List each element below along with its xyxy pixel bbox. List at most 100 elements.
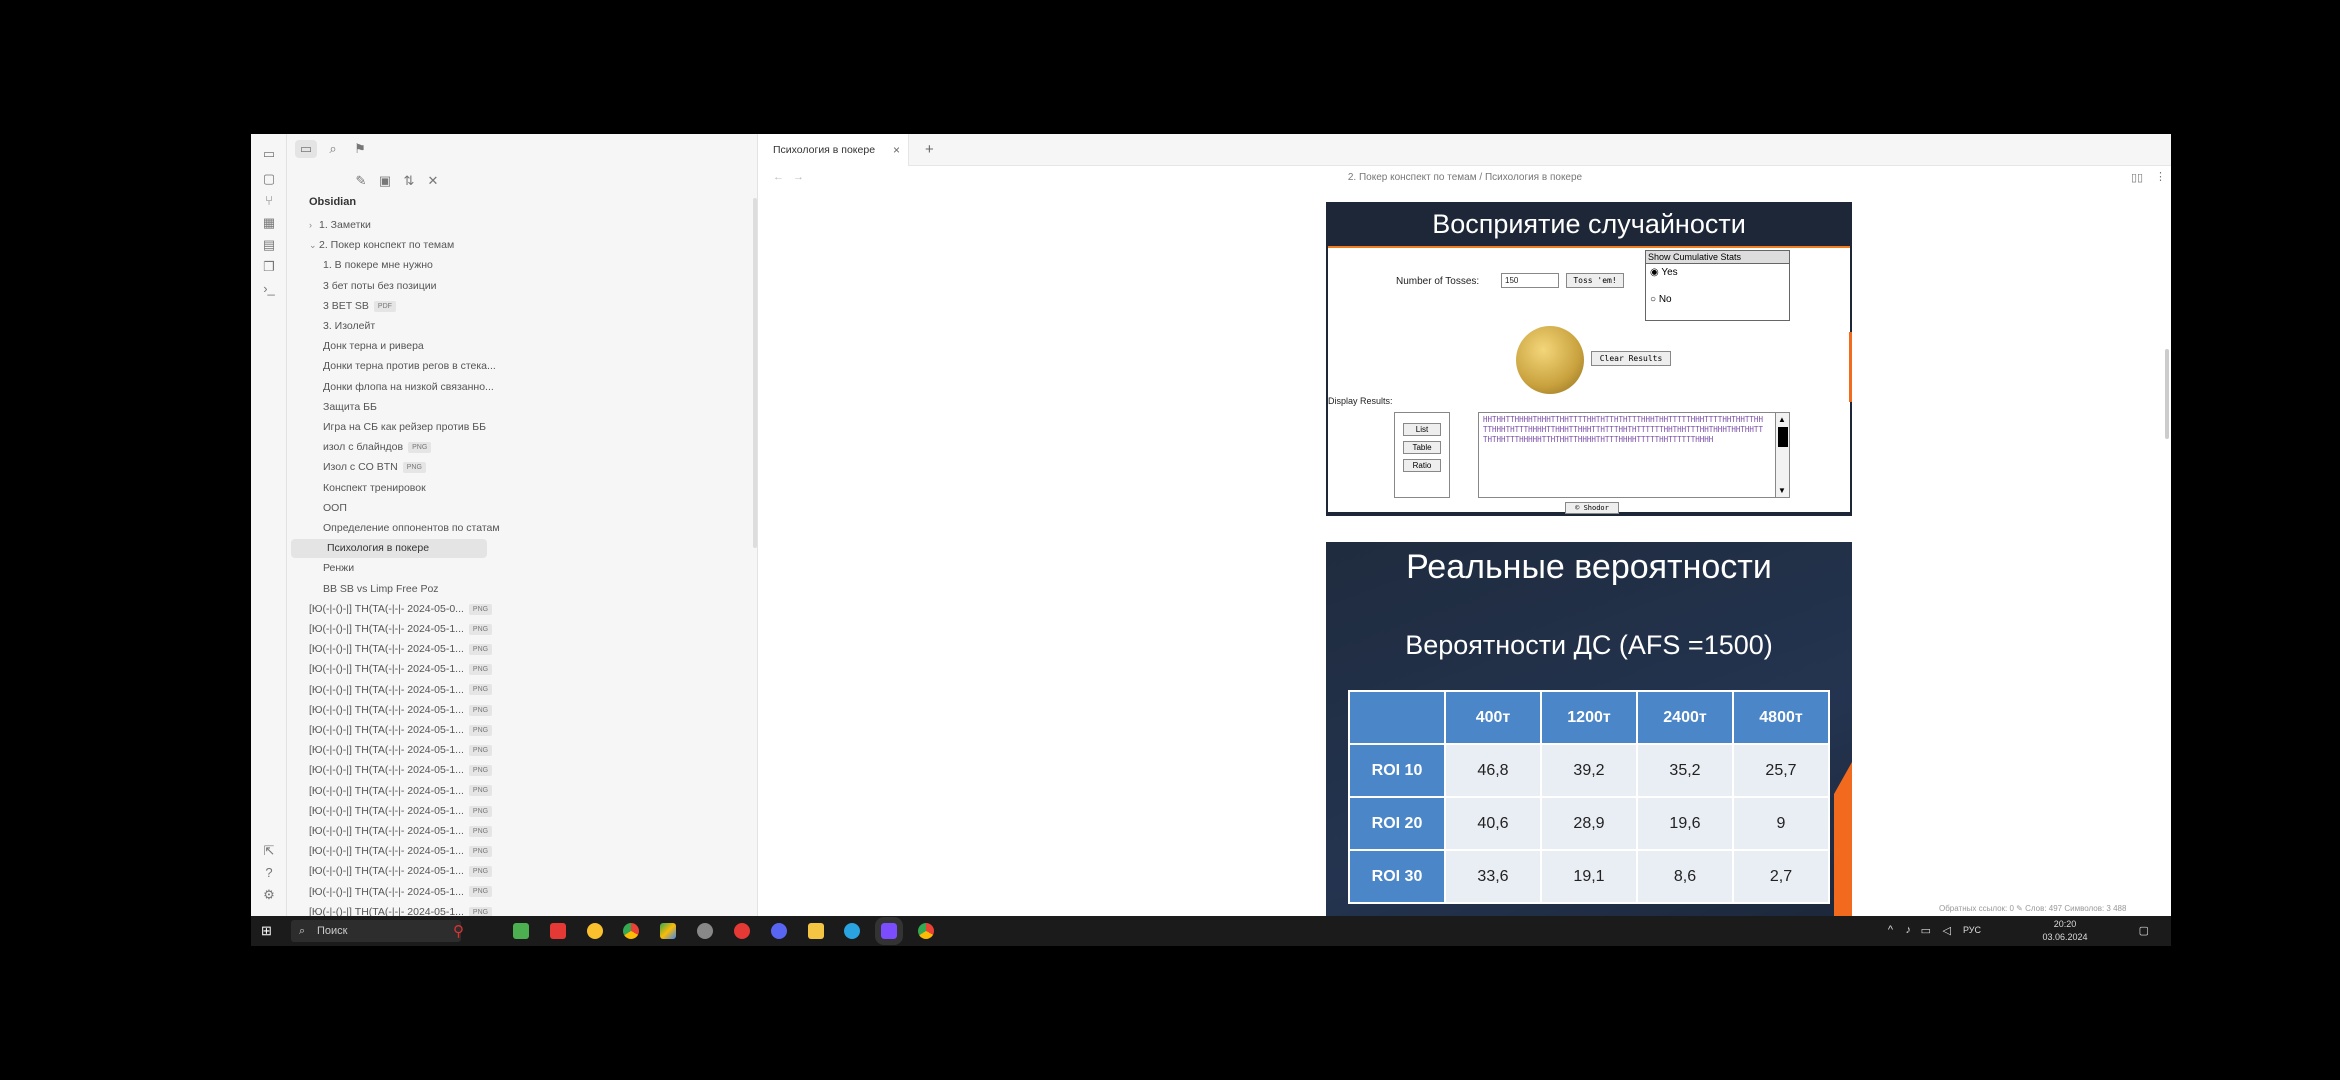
tree-item[interactable]: [Ю(-|-()-|] TH(TA(-|-|- 2024-05-1... PNG: [309, 842, 499, 861]
chevron-down-icon[interactable]: ⌄: [309, 236, 319, 255]
tree-item[interactable]: [Ю(-|-()-|] TH(TA(-|-|- 2024-05-1... PNG: [309, 822, 499, 841]
tree-item[interactable]: Изол с CO BTN PNG: [323, 458, 499, 477]
tree-item[interactable]: изол с блайндов PNG: [323, 438, 499, 457]
tree-item[interactable]: [Ю(-|-()-|] TH(TA(-|-|- 2024-05-1... PNG: [309, 620, 499, 639]
ratio-button[interactable]: Ratio: [1403, 459, 1441, 472]
pdf-reader-icon[interactable]: [550, 923, 566, 939]
tree-item[interactable]: › 1. Заметки: [309, 216, 499, 235]
tree-item[interactable]: Игра на СБ как рейзер против ББ: [323, 418, 499, 437]
breadcrumb[interactable]: 2. Покер конспект по темам / Психология …: [759, 172, 2171, 183]
results-scrollbar[interactable]: ▲ ▼: [1775, 413, 1789, 497]
vault-icon[interactable]: ⇱: [260, 842, 278, 860]
obsidian-window: ▭ ▢ ⑂ ▦ ▤ ❐ ›_ ⇱ ? ⚙ ▭ ⌕ ⚑ ✎ ▣ ⇅ ✕ Obsid…: [251, 134, 2171, 946]
tree-item[interactable]: 3 бет поты без позиции: [323, 277, 499, 296]
clock-time[interactable]: 20:20: [2025, 919, 2105, 929]
tray-chevron-icon[interactable]: ^: [1888, 924, 1893, 936]
language-indicator[interactable]: РУС: [1963, 925, 1981, 935]
new-tab-icon[interactable]: +: [925, 134, 934, 166]
telegram-icon[interactable]: [844, 923, 860, 939]
windows-start-icon[interactable]: ⊞: [261, 923, 272, 939]
scroll-thumb[interactable]: [1778, 427, 1788, 447]
vault-name[interactable]: Obsidian: [309, 196, 356, 208]
list-button[interactable]: List: [1403, 423, 1441, 436]
tree-item[interactable]: [Ю(-|-()-|] TH(TA(-|-|- 2024-05-1... PNG: [309, 721, 499, 740]
tree-item[interactable]: Донки терна против регов в стека...: [323, 357, 499, 376]
nvidia-icon[interactable]: [513, 923, 529, 939]
bookmark-icon[interactable]: ⚑: [349, 140, 371, 158]
network-icon[interactable]: ▭: [1921, 924, 1931, 937]
tree-item[interactable]: Донки флопа на низкой связанно...: [323, 378, 499, 397]
toss-button[interactable]: Toss 'em!: [1566, 273, 1624, 288]
no-radio[interactable]: ○ No: [1650, 294, 1672, 305]
app-icon[interactable]: [587, 923, 603, 939]
drive-icon[interactable]: [660, 923, 676, 939]
volume-icon[interactable]: ◁: [1943, 924, 1951, 937]
table-button[interactable]: Table: [1403, 441, 1441, 454]
tree-item[interactable]: BB SB vs Limp Free Poz: [323, 580, 499, 599]
tree-item[interactable]: [Ю(-|-()-|] TH(TA(-|-|- 2024-05-1... PNG: [309, 883, 499, 902]
tab-psychology[interactable]: Психология в покере ×: [759, 134, 909, 166]
tree-item[interactable]: ООП: [323, 499, 499, 518]
discord-icon[interactable]: [771, 923, 787, 939]
tree-item[interactable]: 3. Изолейт: [323, 317, 499, 336]
scroll-down-icon[interactable]: ▼: [1778, 486, 1786, 495]
obsidian-icon[interactable]: [875, 917, 903, 945]
scroll-up-icon[interactable]: ▲: [1778, 415, 1786, 424]
tree-item[interactable]: [Ю(-|-()-|] TH(TA(-|-|- 2024-05-1... PNG: [309, 802, 499, 821]
microphone-icon[interactable]: ♪: [1906, 924, 1912, 936]
tree-item[interactable]: [Ю(-|-()-|] TH(TA(-|-|- 2024-05-1... PNG: [309, 782, 499, 801]
tree-item[interactable]: Ренжи: [323, 559, 499, 578]
opera-icon[interactable]: [734, 923, 750, 939]
more-options-icon[interactable]: ⋮: [2155, 170, 2166, 183]
tree-item[interactable]: Определение оппонентов по статам: [323, 519, 499, 538]
tree-item[interactable]: [Ю(-|-()-|] TH(TA(-|-|- 2024-05-1... PNG: [309, 681, 499, 700]
obs-icon[interactable]: [697, 923, 713, 939]
sort-icon[interactable]: ⇅: [398, 172, 420, 190]
calendar-icon[interactable]: ▤: [260, 236, 278, 254]
help-icon[interactable]: ?: [260, 864, 278, 882]
tree-item[interactable]: Психология в покере: [291, 539, 487, 559]
content-scrollbar[interactable]: [2165, 349, 2169, 439]
new-folder-icon[interactable]: ▣: [374, 172, 396, 190]
sidebar-toggle-icon[interactable]: ▭: [260, 145, 278, 163]
tree-item[interactable]: Конспект тренировок: [323, 479, 499, 498]
files-tab-folder-icon[interactable]: ▭: [295, 140, 317, 158]
taskbar-search[interactable]: ⌕ Поиск: [291, 920, 461, 942]
new-note-icon[interactable]: ✎: [350, 172, 372, 190]
clock-date[interactable]: 03.06.2024: [2025, 932, 2105, 942]
sidebar-scrollbar[interactable]: [753, 198, 757, 548]
tree-item[interactable]: Защита ББ: [323, 398, 499, 417]
chrome-icon[interactable]: [623, 923, 639, 939]
clear-results-button[interactable]: Clear Results: [1591, 351, 1671, 366]
collapse-all-icon[interactable]: ✕: [422, 172, 444, 190]
canvas-icon[interactable]: ▦: [260, 214, 278, 232]
reading-view-icon[interactable]: ▯▯: [2131, 171, 2143, 184]
search-icon[interactable]: ⌕: [322, 140, 344, 158]
tree-item[interactable]: Донк терна и ривера: [323, 337, 499, 356]
graph-icon[interactable]: ⑂: [260, 192, 278, 210]
tree-item[interactable]: [Ю(-|-()-|] TH(TA(-|-|- 2024-05-1... PNG: [309, 640, 499, 659]
stats-header: Show Cumulative Stats: [1646, 251, 1789, 264]
chevron-right-icon[interactable]: ›: [309, 216, 319, 235]
tree-item[interactable]: [Ю(-|-()-|] TH(TA(-|-|- 2024-05-1... PNG: [309, 761, 499, 780]
close-tab-icon[interactable]: ×: [893, 134, 900, 166]
results-textarea[interactable]: HHTHHTTHHHHTHHHTTHHTTTTHHTHTTHTHTTTHHHTH…: [1478, 412, 1790, 498]
file-explorer-icon[interactable]: [808, 923, 824, 939]
tree-item[interactable]: 3 BET SB PDF: [323, 297, 499, 316]
tree-item[interactable]: [Ю(-|-()-|] TH(TA(-|-|- 2024-05-0... PNG: [309, 600, 499, 619]
tosses-input[interactable]: 150: [1501, 273, 1559, 288]
file-icon[interactable]: ▢: [260, 170, 278, 188]
tree-item[interactable]: [Ю(-|-()-|] TH(TA(-|-|- 2024-05-1... PNG: [309, 701, 499, 720]
tree-item[interactable]: ⌄ 2. Покер конспект по темам: [309, 236, 499, 255]
tree-item[interactable]: [Ю(-|-()-|] TH(TA(-|-|- 2024-05-1... PNG: [309, 741, 499, 760]
tree-item[interactable]: [Ю(-|-()-|] TH(TA(-|-|- 2024-05-1... PNG: [309, 660, 499, 679]
copy-icon[interactable]: ❐: [260, 258, 278, 276]
shodor-button[interactable]: © Shodor: [1565, 502, 1619, 514]
yes-radio[interactable]: ◉ Yes: [1650, 267, 1678, 278]
tree-item[interactable]: 1. В покере мне нужно: [323, 256, 499, 275]
chrome-icon[interactable]: [918, 923, 934, 939]
tree-item[interactable]: [Ю(-|-()-|] TH(TA(-|-|- 2024-05-1... PNG: [309, 862, 499, 881]
notification-icon[interactable]: ▢: [2139, 924, 2149, 937]
settings-gear-icon[interactable]: ⚙: [260, 886, 278, 904]
terminal-icon[interactable]: ›_: [260, 280, 278, 298]
